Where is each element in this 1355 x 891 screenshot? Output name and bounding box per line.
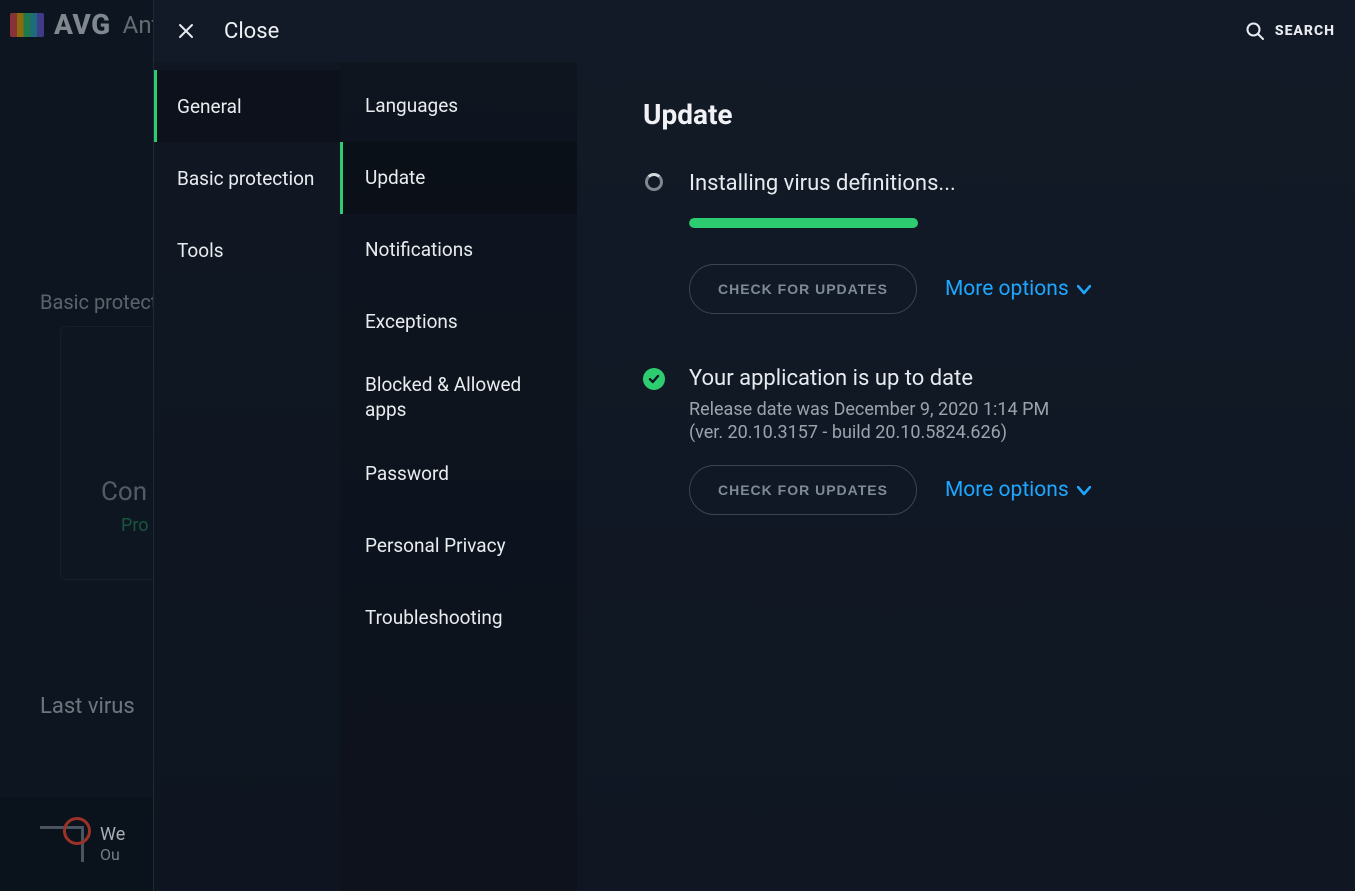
sidebar-item-general[interactable]: General xyxy=(154,70,340,142)
sidebar-item-label: Password xyxy=(365,462,449,487)
bg-card-subtitle: Pro xyxy=(121,515,149,536)
sidebar-item-label: General xyxy=(177,95,242,118)
search-icon xyxy=(1245,21,1265,41)
sidebar-item-personal-privacy[interactable]: Personal Privacy xyxy=(340,510,577,582)
sidebar-item-label: Update xyxy=(365,166,425,191)
sidebar-item-label: Languages xyxy=(365,94,458,119)
application-status-text: Your application is up to date xyxy=(689,366,1311,391)
settings-panel: Close SEARCH General Basic protection To… xyxy=(153,0,1355,891)
more-options-definitions[interactable]: More options xyxy=(945,277,1091,301)
sidebar-item-password[interactable]: Password xyxy=(340,438,577,510)
sidebar-item-languages[interactable]: Languages xyxy=(340,70,577,142)
bg-basic-protection-label: Basic protect xyxy=(40,290,157,314)
application-release-line: Release date was December 9, 2020 1:14 P… xyxy=(689,399,1311,420)
definitions-status-text: Installing virus definitions... xyxy=(689,171,1311,196)
sidebar-item-tools[interactable]: Tools xyxy=(154,214,340,286)
spinner-icon xyxy=(645,173,663,191)
page-title: Update xyxy=(643,98,1311,131)
sidebar-item-label: Notifications xyxy=(365,238,473,263)
alert-outline-icon xyxy=(40,826,84,862)
close-label: Close xyxy=(224,19,279,44)
more-options-application-label: More options xyxy=(945,478,1069,502)
sidebar-secondary: Languages Update Notifications Exception… xyxy=(340,62,577,891)
sidebar-item-blocked-allowed[interactable]: Blocked & Allowed apps xyxy=(340,358,577,438)
definitions-progress-bar xyxy=(689,218,918,228)
avg-logo-icon xyxy=(10,13,44,37)
check-circle-icon xyxy=(643,368,665,390)
sidebar-item-label: Tools xyxy=(177,239,224,262)
chevron-down-icon xyxy=(1077,285,1091,295)
close-icon xyxy=(178,23,194,39)
sidebar-item-label: Troubleshooting xyxy=(365,606,503,631)
search-label: SEARCH xyxy=(1275,23,1335,39)
check-updates-application-button[interactable]: CHECK FOR UPDATES xyxy=(689,465,917,515)
application-version-line: (ver. 20.10.3157 - build 20.10.5824.626) xyxy=(689,422,1311,443)
sidebar-item-label: Exceptions xyxy=(365,310,458,335)
sidebar-primary: General Basic protection Tools xyxy=(154,62,340,891)
bg-footer-line2: Ou xyxy=(100,845,125,864)
sidebar-item-update[interactable]: Update xyxy=(340,142,577,214)
check-updates-definitions-button[interactable]: CHECK FOR UPDATES xyxy=(689,264,917,314)
sidebar-item-basic-protection[interactable]: Basic protection xyxy=(154,142,340,214)
content-area: Update Installing virus definitions... C… xyxy=(577,62,1355,891)
more-options-definitions-label: More options xyxy=(945,277,1069,301)
sidebar-item-exceptions[interactable]: Exceptions xyxy=(340,286,577,358)
sidebar-item-notifications[interactable]: Notifications xyxy=(340,214,577,286)
close-button[interactable] xyxy=(168,13,204,49)
definitions-progress xyxy=(689,218,1309,228)
bg-last-virus-label: Last virus xyxy=(40,694,135,719)
definitions-status-row: Installing virus definitions... xyxy=(643,171,1311,196)
brand: AVG Ant xyxy=(10,8,159,41)
panel-topbar: Close SEARCH xyxy=(154,0,1355,62)
sidebar-item-label: Personal Privacy xyxy=(365,534,506,559)
chevron-down-icon xyxy=(1077,486,1091,496)
sidebar-item-label: Basic protection xyxy=(177,167,314,190)
bg-card-title: Con xyxy=(101,477,147,507)
more-options-application[interactable]: More options xyxy=(945,478,1091,502)
bg-footer-line1: We xyxy=(100,824,125,845)
application-status-row: Your application is up to date Release d… xyxy=(643,366,1311,443)
search-button[interactable]: SEARCH xyxy=(1245,21,1335,41)
sidebar-item-label: Blocked & Allowed apps xyxy=(365,373,555,422)
brand-name: AVG xyxy=(54,8,111,41)
sidebar-item-troubleshooting[interactable]: Troubleshooting xyxy=(340,582,577,654)
